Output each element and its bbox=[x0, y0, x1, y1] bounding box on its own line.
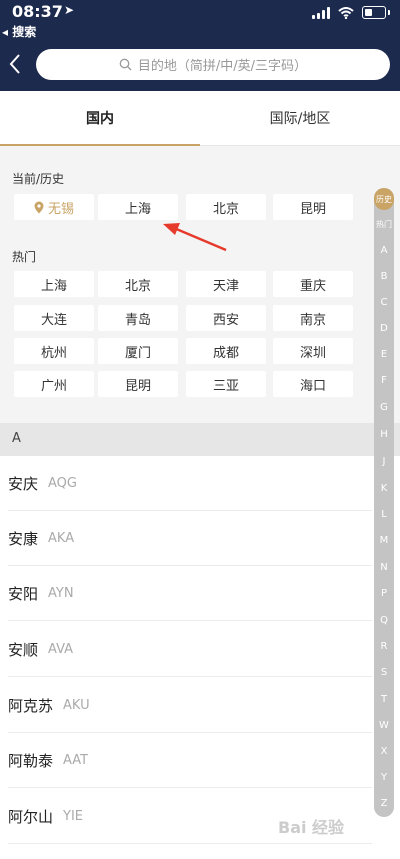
city-name: 阿克苏 bbox=[8, 697, 54, 715]
section-letter: A bbox=[12, 431, 21, 446]
index-letter[interactable]: W bbox=[374, 720, 394, 731]
city-shortcut-panel: 当前/历史 无锡 上海 北京 昆明 热门 上海 北京 天津 重庆 大连 青岛 西… bbox=[0, 146, 400, 423]
index-letter[interactable]: M bbox=[374, 535, 394, 546]
index-hot[interactable]: 热门 bbox=[374, 219, 394, 230]
top-header: 08:37 ➤ ◂ 搜索 目的地（简拼/中/英/三字码） bbox=[0, 0, 400, 91]
region-tabs: 国内 国际/地区 bbox=[0, 91, 400, 146]
index-letter[interactable]: C bbox=[374, 297, 394, 308]
history-city-chip[interactable]: 昆明 bbox=[273, 194, 353, 220]
index-letter[interactable]: F bbox=[374, 375, 394, 386]
list-item[interactable]: 安阳 AYN bbox=[0, 566, 400, 621]
list-item[interactable]: 阿克苏 AKU bbox=[0, 678, 400, 733]
city-code: AAT bbox=[63, 753, 89, 768]
city-code: AYN bbox=[48, 586, 74, 601]
current-city-chip[interactable]: 无锡 bbox=[14, 194, 94, 220]
search-input[interactable]: 目的地（简拼/中/英/三字码） bbox=[36, 49, 390, 80]
section-header-a: A bbox=[0, 423, 400, 456]
hot-city-chip[interactable]: 深圳 bbox=[273, 338, 353, 364]
annotation-arrow-icon bbox=[163, 223, 227, 252]
history-title: 当前/历史 bbox=[12, 172, 65, 186]
location-arrow-icon: ➤ bbox=[64, 3, 75, 17]
index-letter[interactable]: P bbox=[374, 588, 394, 599]
wifi-icon bbox=[338, 6, 354, 19]
index-letter[interactable]: L bbox=[374, 509, 394, 520]
index-letter[interactable]: R bbox=[374, 641, 394, 652]
index-letter[interactable]: Z bbox=[374, 798, 394, 809]
hot-city-chip[interactable]: 上海 bbox=[14, 271, 94, 297]
hot-city-chip[interactable]: 西安 bbox=[186, 305, 266, 331]
index-letter[interactable]: A bbox=[374, 245, 394, 256]
hot-city-chip[interactable]: 大连 bbox=[14, 305, 94, 331]
city-name: 安康 bbox=[8, 530, 39, 548]
city-code: AQG bbox=[48, 476, 77, 491]
city-code: AKA bbox=[48, 531, 75, 546]
status-icons bbox=[312, 6, 390, 19]
back-chevron-icon[interactable] bbox=[4, 50, 26, 78]
city-code: AVA bbox=[48, 642, 74, 657]
tab-international[interactable]: 国际/地区 bbox=[200, 91, 400, 145]
hot-city-chip[interactable]: 天津 bbox=[186, 271, 266, 297]
history-city-chip[interactable]: 上海 bbox=[98, 194, 178, 220]
index-letter[interactable]: S bbox=[374, 667, 394, 678]
index-letter[interactable]: H bbox=[374, 429, 394, 440]
history-city-chip[interactable]: 北京 bbox=[186, 194, 266, 220]
city-name: 安阳 bbox=[8, 585, 39, 603]
index-letter[interactable]: K bbox=[374, 483, 394, 494]
tab-domestic[interactable]: 国内 bbox=[0, 91, 200, 146]
index-letter[interactable]: X bbox=[374, 746, 394, 757]
index-letter[interactable]: G bbox=[374, 402, 394, 413]
city-code: YIE bbox=[63, 809, 84, 824]
index-letter[interactable]: N bbox=[374, 562, 394, 573]
list-item[interactable]: 安康 AKA bbox=[0, 511, 400, 566]
hot-city-chip[interactable]: 青岛 bbox=[98, 305, 178, 331]
list-item[interactable]: 安庆 AQG bbox=[0, 456, 400, 511]
hot-city-chip[interactable]: 厦门 bbox=[98, 338, 178, 364]
search-icon bbox=[119, 58, 132, 71]
hot-city-chip[interactable]: 海口 bbox=[273, 371, 353, 397]
list-item[interactable]: 安顺 AVA bbox=[0, 622, 400, 677]
hot-city-chip[interactable]: 重庆 bbox=[273, 271, 353, 297]
city-code: AKU bbox=[63, 698, 90, 713]
hot-city-chip[interactable]: 北京 bbox=[98, 271, 178, 297]
cellular-signal-icon bbox=[312, 6, 330, 19]
current-city-label: 无锡 bbox=[47, 201, 74, 217]
index-letter[interactable]: E bbox=[374, 349, 394, 360]
index-letter[interactable]: J bbox=[374, 456, 394, 467]
hot-city-chip[interactable]: 广州 bbox=[14, 371, 94, 397]
hot-city-chip[interactable]: 杭州 bbox=[14, 338, 94, 364]
index-letter[interactable]: T bbox=[374, 694, 394, 705]
status-time: 08:37 bbox=[12, 2, 63, 21]
city-name: 安顺 bbox=[8, 641, 39, 659]
alphabet-index[interactable]: 历史 热门 A B C D E F G H J K L M N P Q R S … bbox=[374, 188, 394, 817]
city-name: 安庆 bbox=[8, 475, 39, 493]
back-to-search-link[interactable]: ◂ 搜索 bbox=[2, 23, 36, 40]
city-name: 阿勒泰 bbox=[8, 752, 54, 770]
hot-city-chip[interactable]: 三亚 bbox=[186, 371, 266, 397]
battery-icon bbox=[362, 6, 386, 19]
hot-title: 热门 bbox=[12, 250, 37, 264]
hot-city-chip[interactable]: 南京 bbox=[273, 305, 353, 331]
index-letter[interactable]: Y bbox=[374, 772, 394, 783]
city-name: 阿尔山 bbox=[8, 808, 54, 826]
index-history[interactable]: 历史 bbox=[374, 188, 394, 210]
list-item[interactable]: 阿勒泰 AAT bbox=[0, 733, 400, 788]
location-pin-icon bbox=[34, 201, 44, 213]
city-list: 安庆 AQG 安康 AKA 安阳 AYN 安顺 AVA 阿克苏 AKU 阿勒泰 … bbox=[0, 456, 400, 859]
index-letter[interactable]: B bbox=[374, 271, 394, 282]
hot-city-chip[interactable]: 昆明 bbox=[98, 371, 178, 397]
index-letter[interactable]: D bbox=[374, 323, 394, 334]
baidu-watermark: Bai 经验 bbox=[278, 818, 345, 837]
index-letter[interactable]: Q bbox=[374, 615, 394, 626]
search-placeholder: 目的地（简拼/中/英/三字码） bbox=[137, 59, 308, 74]
hot-city-chip[interactable]: 成都 bbox=[186, 338, 266, 364]
